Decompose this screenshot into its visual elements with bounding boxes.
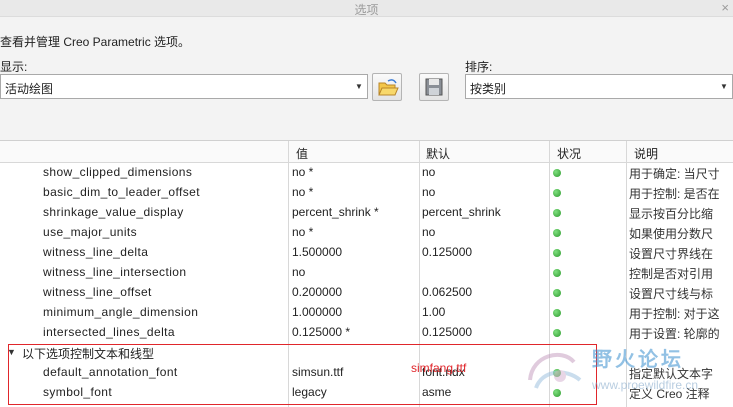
status-dot-icon	[553, 289, 561, 297]
option-value[interactable]: no *	[292, 185, 313, 199]
option-name: witness_line_intersection	[43, 265, 187, 279]
option-value[interactable]: 0.125000 *	[292, 325, 350, 339]
option-name: witness_line_delta	[43, 245, 149, 259]
status-dot-icon	[553, 269, 561, 277]
option-name: intersected_lines_delta	[43, 325, 175, 339]
display-label: 显示:	[0, 60, 28, 74]
option-explanation: 控制是否对引用	[629, 267, 714, 281]
window-title: 选项	[354, 3, 379, 17]
chevron-down-icon[interactable]: ▼	[351, 75, 367, 98]
table-row[interactable]: use_major_units no * no 如果使用分数尺	[0, 222, 733, 242]
option-name: basic_dim_to_leader_offset	[43, 185, 200, 199]
close-icon[interactable]: ×	[721, 0, 729, 15]
status-dot-icon	[553, 229, 561, 237]
option-explanation: 定义 Creo 注释	[629, 387, 710, 401]
save-disk-icon	[425, 78, 443, 96]
option-name: minimum_angle_dimension	[43, 305, 199, 319]
chevron-down-icon[interactable]: ▼	[716, 75, 732, 98]
option-default: no	[422, 185, 436, 199]
header-value[interactable]: 值	[296, 145, 308, 162]
option-default: no	[422, 225, 436, 239]
option-explanation: 设置尺寸界线在	[629, 247, 714, 261]
header-default[interactable]: 默认	[426, 145, 450, 162]
sort-select[interactable]: 按类别 ▼	[465, 74, 733, 99]
option-default: 0.062500	[422, 285, 473, 299]
option-explanation: 用于确定: 当尺寸	[629, 167, 720, 181]
table-row[interactable]: basic_dim_to_leader_offset no * no 用于控制:…	[0, 182, 733, 202]
option-explanation: 如果使用分数尺	[629, 227, 714, 241]
option-value[interactable]: percent_shrink *	[292, 205, 379, 219]
status-dot-icon	[553, 249, 561, 257]
table-row[interactable]: shrinkage_value_display percent_shrink *…	[0, 202, 733, 222]
table-row[interactable]: show_clipped_dimensions no * no 用于确定: 当尺…	[0, 162, 733, 182]
highlight-box	[8, 344, 597, 405]
option-default: 0.125000	[422, 325, 473, 339]
option-explanation: 设置尺寸线与标	[629, 287, 714, 301]
table-header: 值 默认 状况 说明	[0, 141, 733, 163]
annotation-text: simfang.ttf	[411, 361, 467, 375]
status-dot-icon	[553, 209, 561, 217]
option-value[interactable]: 1.000000	[292, 305, 342, 319]
header-status[interactable]: 状况	[557, 145, 581, 162]
save-button[interactable]	[419, 73, 449, 101]
table-row[interactable]: intersected_lines_delta 0.125000 * 0.125…	[0, 322, 733, 342]
option-explanation: 用于控制: 是否在	[629, 187, 720, 201]
status-dot-icon	[553, 309, 561, 317]
status-dot-icon	[553, 169, 561, 177]
sort-label: 排序:	[465, 60, 493, 74]
option-default: percent_shrink	[422, 205, 501, 219]
table-row[interactable]: minimum_angle_dimension 1.000000 1.00 用于…	[0, 302, 733, 322]
header-explanation[interactable]: 说明	[634, 145, 658, 162]
open-button[interactable]	[372, 73, 402, 101]
option-explanation: 指定默认文本字	[629, 367, 714, 381]
status-dot-icon	[553, 189, 561, 197]
option-explanation: 显示按百分比缩	[629, 207, 714, 221]
option-value[interactable]: no	[292, 265, 305, 279]
option-value[interactable]: no *	[292, 165, 313, 179]
display-value: 活动绘图	[5, 82, 54, 96]
option-value[interactable]: no *	[292, 225, 313, 239]
title-bar: 选项 ×	[0, 0, 733, 17]
status-dot-icon	[553, 329, 561, 337]
table-row[interactable]: witness_line_intersection no 控制是否对引用	[0, 262, 733, 282]
table-row[interactable]: witness_line_delta 1.500000 0.125000 设置尺…	[0, 242, 733, 262]
option-default: 0.125000	[422, 245, 473, 259]
option-value[interactable]: 1.500000	[292, 245, 342, 259]
option-explanation: 用于设置: 轮廓的	[629, 327, 720, 341]
option-name: witness_line_offset	[43, 285, 152, 299]
option-value[interactable]: 0.200000	[292, 285, 342, 299]
table-row[interactable]: witness_line_offset 0.200000 0.062500 设置…	[0, 282, 733, 302]
sort-value: 按类别	[470, 82, 507, 96]
option-default: 1.00	[422, 305, 446, 319]
option-name: use_major_units	[43, 225, 138, 239]
option-name: shrinkage_value_display	[43, 205, 184, 219]
page-description: 查看并管理 Creo Parametric 选项。	[0, 35, 191, 49]
option-default: no	[422, 165, 436, 179]
open-folder-icon	[378, 79, 399, 96]
option-name: show_clipped_dimensions	[43, 165, 193, 179]
display-select[interactable]: 活动绘图 ▼	[0, 74, 368, 99]
option-explanation: 用于控制: 对于这	[629, 307, 720, 321]
